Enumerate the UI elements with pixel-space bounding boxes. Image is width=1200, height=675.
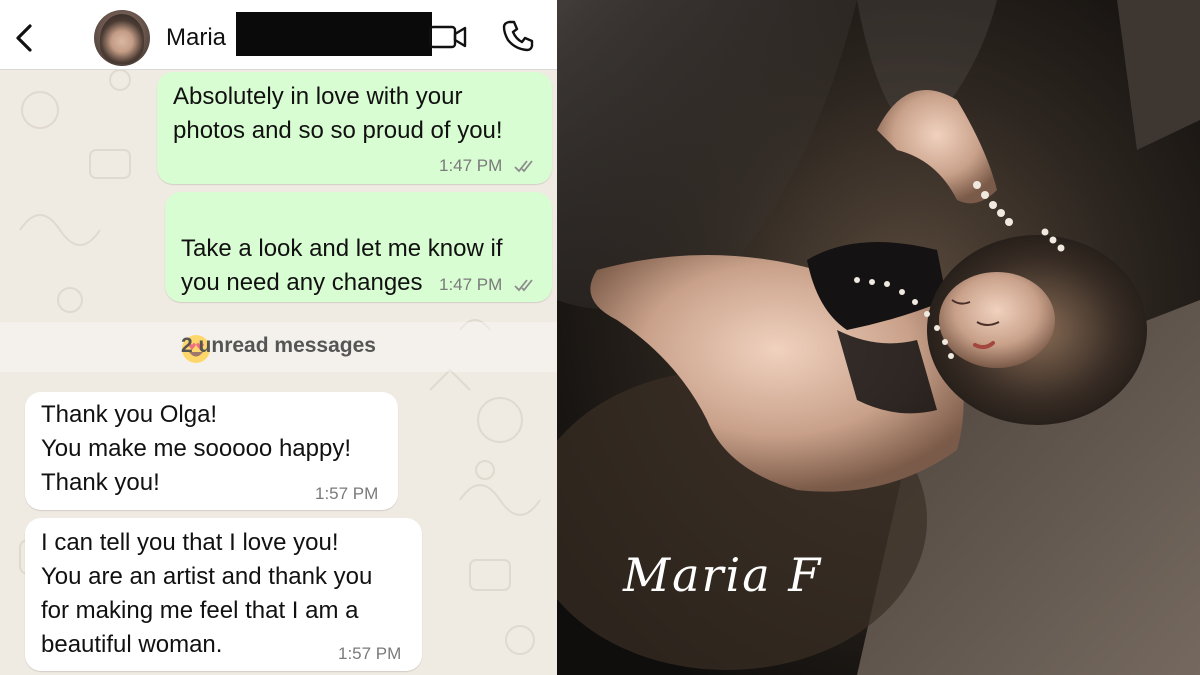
incoming-message[interactable]: I can tell you that I love you! You are … [25, 518, 422, 671]
video-call-button[interactable] [428, 22, 468, 52]
contact-avatar[interactable] [94, 10, 150, 66]
outgoing-message[interactable]: Take a look and let me know if you need … [165, 192, 552, 363]
video-call-icon [428, 25, 467, 49]
message-time: 1:57 PM [315, 484, 379, 503]
outgoing-message[interactable]: Absolutely in love with your photos and … [157, 72, 552, 184]
chat-header: Maria [0, 0, 557, 70]
message-text: Absolutely in love with your photos and … [173, 83, 503, 144]
message-time: 1:47 PM [439, 275, 503, 294]
double-check-icon [514, 160, 533, 173]
voice-call-button[interactable] [500, 18, 536, 54]
message-time: 1:47 PM [439, 156, 503, 175]
boudoir-photo: Maria F [557, 0, 1200, 675]
chat-panel: Maria Absolutely in love with your photo… [0, 0, 557, 675]
back-button[interactable] [8, 18, 40, 58]
double-check-icon [514, 279, 533, 292]
chevron-left-icon [16, 24, 32, 52]
unread-messages-divider: 2 unread messages [0, 322, 557, 372]
message-text: Thank you Olga! You make me sooooo happy… [41, 401, 351, 496]
incoming-message[interactable]: Thank you Olga! You make me sooooo happy… [25, 392, 398, 510]
message-time: 1:57 PM [338, 644, 402, 663]
redacted-block [236, 12, 432, 56]
photographer-signature: Maria F [623, 548, 823, 602]
phone-icon [502, 20, 534, 52]
contact-name[interactable]: Maria [166, 24, 226, 52]
message-text: I can tell you that I love you! You are … [41, 529, 373, 658]
avatar-photo [100, 14, 144, 64]
unread-label: 2 unread messages [181, 334, 376, 357]
